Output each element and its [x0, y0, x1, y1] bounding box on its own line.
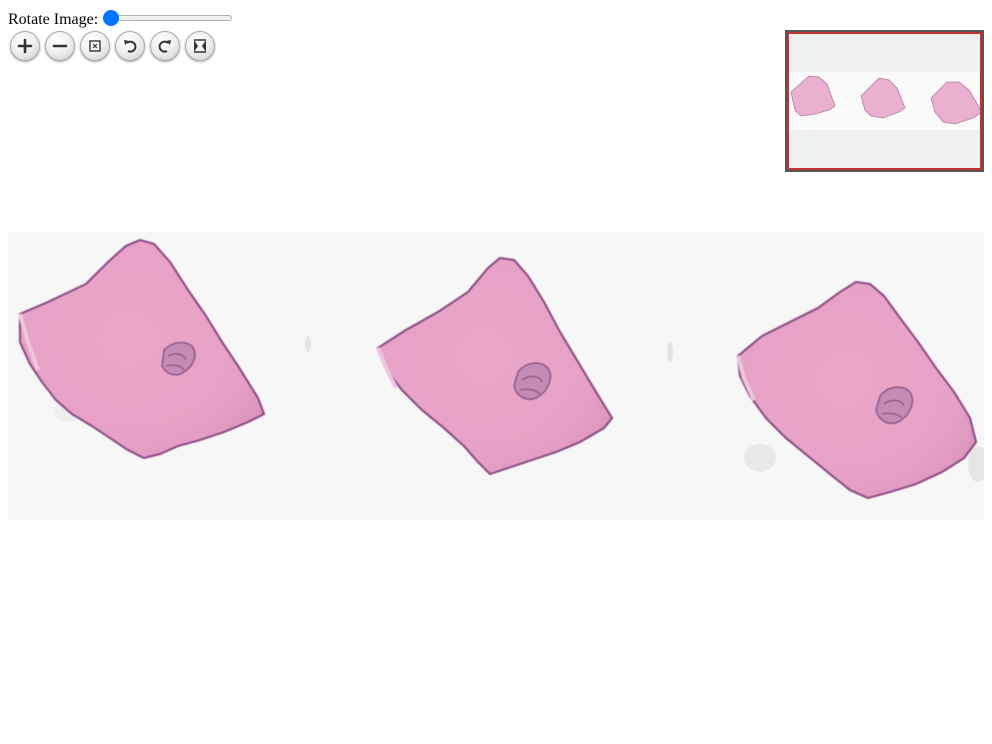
- fullpage-button[interactable]: [185, 31, 215, 61]
- navigator-viewport-region[interactable]: [787, 32, 982, 170]
- navigator-minimap[interactable]: [785, 30, 984, 172]
- rotate-label: Rotate Image:: [8, 11, 99, 28]
- tissue-section-2: [376, 256, 614, 476]
- tissue-section-1: [18, 238, 266, 460]
- plus-icon: [17, 38, 33, 54]
- slider-track: [103, 15, 233, 21]
- background-smudge: [744, 444, 776, 472]
- background-smudge: [667, 342, 673, 362]
- rotate-right-button[interactable]: [150, 31, 180, 61]
- zoom-out-button[interactable]: [45, 31, 75, 61]
- rotate-control: Rotate Image:: [8, 9, 233, 31]
- rotate-right-icon: [158, 40, 171, 53]
- minus-icon: [52, 44, 68, 48]
- slide-viewer[interactable]: [8, 232, 984, 520]
- background-smudge: [968, 446, 984, 482]
- home-icon: [89, 40, 101, 52]
- slider-thumb[interactable]: [103, 10, 120, 26]
- background-smudge: [305, 336, 311, 352]
- zoom-in-button[interactable]: [10, 31, 40, 61]
- home-button[interactable]: [80, 31, 110, 61]
- rotate-slider[interactable]: [103, 10, 233, 26]
- fullscreen-icon: [194, 39, 206, 53]
- viewer-toolbar: [10, 31, 215, 61]
- rotate-left-icon: [124, 40, 137, 53]
- slide-image: [18, 238, 984, 500]
- tissue-section-3: [736, 280, 978, 500]
- rotate-left-button[interactable]: [115, 31, 145, 61]
